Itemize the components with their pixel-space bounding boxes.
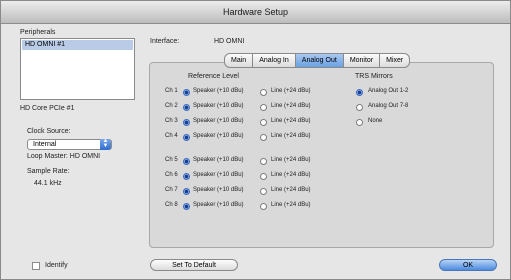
line-option-label: Line (+24 dBu) [271, 118, 311, 124]
trs-mirror-label: Analog Out 7-8 [368, 103, 409, 109]
speaker-radio[interactable] [183, 188, 190, 195]
interface-label: Interface: [150, 38, 180, 45]
speaker-option-label: Speaker (+10 dBu) [193, 118, 244, 124]
tab-bar: Main Analog In Analog Out Monitor Mixer [224, 53, 411, 68]
speaker-option-label: Speaker (+10 dBu) [193, 172, 244, 178]
line-radio[interactable] [260, 158, 267, 165]
peripherals-label: Peripherals [20, 29, 56, 36]
speaker-option-label: Speaker (+10 dBu) [193, 103, 244, 109]
speaker-option-label: Speaker (+10 dBu) [193, 157, 244, 163]
tab-analog-out[interactable]: Analog Out [295, 53, 344, 68]
channel-label: Ch 5 [165, 157, 178, 163]
line-radio[interactable] [260, 119, 267, 126]
line-option-label: Line (+24 dBu) [271, 187, 311, 193]
trs-mirror-radio[interactable] [356, 119, 363, 126]
clock-source-label: Clock Source: [27, 128, 71, 135]
identify-label: Identify [45, 262, 68, 269]
speaker-radio[interactable] [183, 173, 190, 180]
identify-checkbox[interactable] [32, 262, 40, 270]
peripheral-item[interactable]: HD OMNI #1 [22, 40, 133, 50]
speaker-option-label: Speaker (+10 dBu) [193, 88, 244, 94]
channel-label: Ch 2 [165, 103, 178, 109]
channel-label: Ch 6 [165, 172, 178, 178]
speaker-radio[interactable] [183, 104, 190, 111]
line-radio[interactable] [260, 173, 267, 180]
interface-value: HD OMNI [214, 38, 245, 45]
trs-mirror-radio[interactable] [356, 89, 363, 96]
peripherals-list[interactable]: HD OMNI #1 [20, 38, 135, 100]
speaker-radio[interactable] [183, 89, 190, 96]
line-option-label: Line (+24 dBu) [271, 88, 311, 94]
speaker-radio[interactable] [183, 158, 190, 165]
hardware-setup-window: Hardware Setup Peripherals HD OMNI #1 HD… [0, 0, 511, 280]
speaker-radio[interactable] [183, 119, 190, 126]
trs-mirror-label: Analog Out 1-2 [368, 88, 409, 94]
trs-mirror-label: None [368, 118, 383, 124]
ok-button[interactable]: OK [439, 259, 497, 271]
tab-monitor[interactable]: Monitor [343, 53, 381, 68]
line-radio[interactable] [260, 203, 267, 210]
channel-label: Ch 8 [165, 202, 178, 208]
trs-mirrors-heading: TRS Mirrors [355, 73, 393, 80]
line-option-label: Line (+24 dBu) [271, 172, 311, 178]
select-arrows-icon: ▲ ▼ [100, 138, 111, 150]
channel-label: Ch 1 [165, 88, 178, 94]
speaker-option-label: Speaker (+10 dBu) [193, 202, 244, 208]
trs-mirror-radio[interactable] [356, 104, 363, 111]
channel-label: Ch 3 [165, 118, 178, 124]
device-label: HD Core PCIe #1 [20, 105, 75, 112]
line-option-label: Line (+24 dBu) [271, 103, 311, 109]
tab-mixer[interactable]: Mixer [380, 53, 411, 68]
reference-level-heading: Reference Level [188, 73, 239, 80]
clock-source-value: Internal [33, 141, 57, 148]
tab-analog-in[interactable]: Analog In [253, 53, 296, 68]
line-option-label: Line (+24 dBu) [271, 202, 311, 208]
sample-rate-label: Sample Rate: [27, 168, 70, 175]
channel-label: Ch 4 [165, 133, 178, 139]
loop-master-label: Loop Master: HD OMNI [27, 153, 101, 160]
speaker-option-label: Speaker (+10 dBu) [193, 133, 244, 139]
speaker-option-label: Speaker (+10 dBu) [193, 187, 244, 193]
speaker-radio[interactable] [183, 203, 190, 210]
clock-source-select[interactable]: Internal ▲ ▼ [27, 138, 112, 150]
line-option-label: Line (+24 dBu) [271, 133, 311, 139]
tab-main[interactable]: Main [224, 53, 254, 68]
line-radio[interactable] [260, 188, 267, 195]
sample-rate-value: 44.1 kHz [34, 180, 62, 187]
line-radio[interactable] [260, 89, 267, 96]
line-radio[interactable] [260, 104, 267, 111]
set-to-default-button[interactable]: Set To Default [150, 259, 238, 271]
line-radio[interactable] [260, 134, 267, 141]
channel-label: Ch 7 [165, 187, 178, 193]
line-option-label: Line (+24 dBu) [271, 157, 311, 163]
window-title: Hardware Setup [1, 1, 510, 24]
speaker-radio[interactable] [183, 134, 190, 141]
